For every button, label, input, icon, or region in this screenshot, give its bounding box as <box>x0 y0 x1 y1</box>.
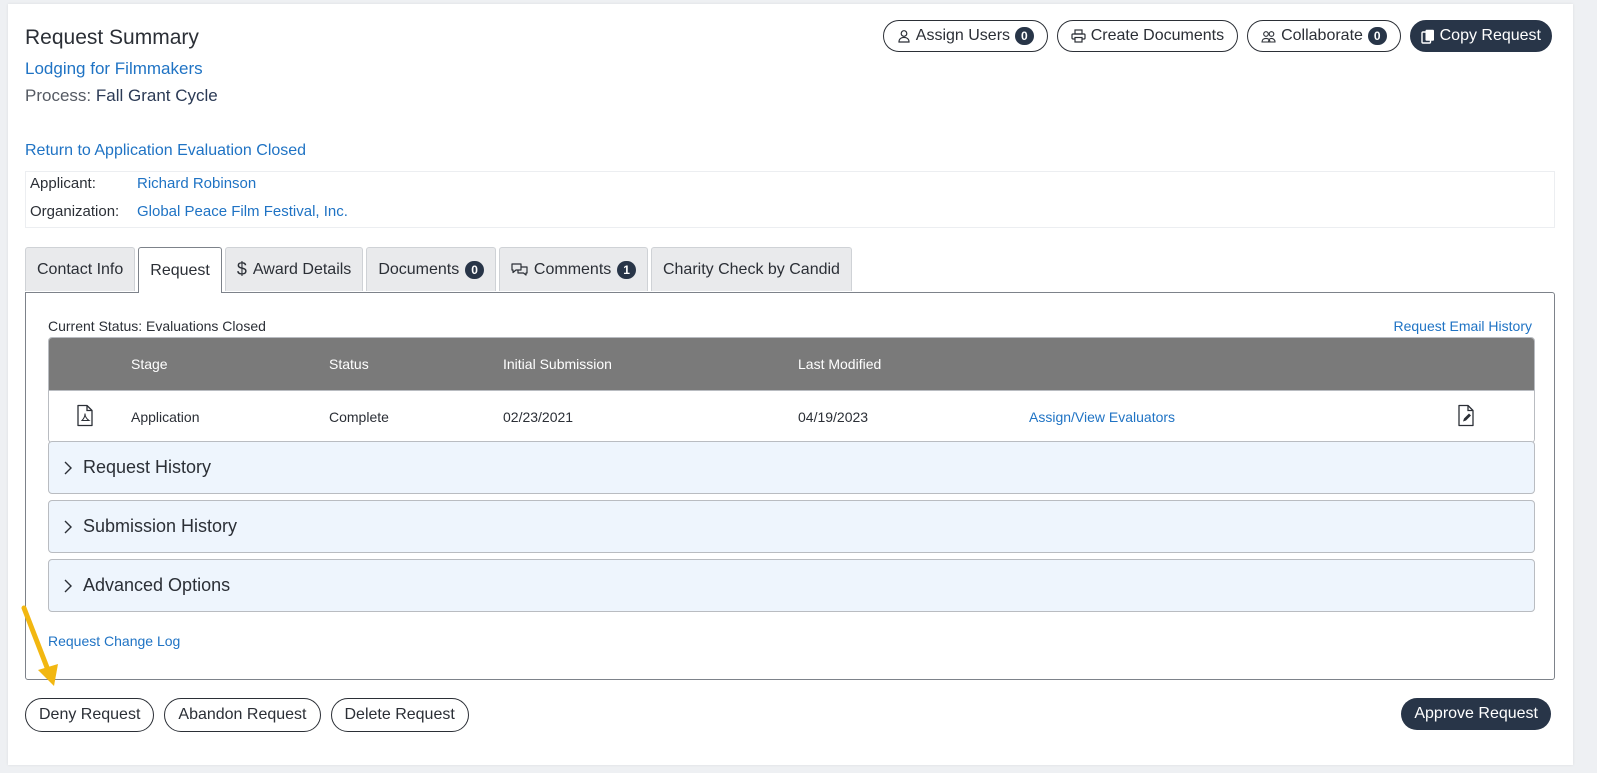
chevron-right-icon <box>63 461 73 475</box>
request-email-history-link[interactable]: Request Email History <box>1394 318 1533 334</box>
process-label: Process: <box>25 86 92 105</box>
column-header-stage: Stage <box>131 356 168 372</box>
tab-comments-label: Comments <box>533 260 612 278</box>
tab-award-details-label: Award Details <box>252 260 352 278</box>
annotation-arrow-icon <box>16 604 66 699</box>
tab-request-label: Request <box>150 261 210 279</box>
applicant-info-box: Applicant: Richard Robinson Organization… <box>25 171 1555 228</box>
delete-request-button[interactable]: Delete Request <box>330 698 469 732</box>
process-line: Process: Fall Grant Cycle <box>25 86 218 106</box>
request-history-label: Request History <box>83 457 212 477</box>
advanced-options-accordion[interactable]: Advanced Options <box>48 559 1535 612</box>
organization-label: Organization: <box>30 203 120 220</box>
bottom-actions: Deny Request Abandon Request Delete Requ… <box>25 698 469 732</box>
return-to-evaluation-link[interactable]: Return to Application Evaluation Closed <box>25 142 306 160</box>
create-documents-label: Create Documents <box>1090 27 1225 44</box>
top-actions: Assign Users 0 Create Documents Collabor… <box>882 20 1552 52</box>
organization-row: Organization: Global Peace Film Festival… <box>30 203 348 220</box>
column-header-status: Status <box>329 356 369 372</box>
assign-view-evaluators-link[interactable]: Assign/View Evaluators <box>1029 409 1175 425</box>
advanced-options-label: Advanced Options <box>83 575 231 595</box>
stage-cell: Application <box>131 408 200 425</box>
tab-award-details[interactable]: $ Award Details <box>224 247 364 291</box>
copy-request-label: Copy Request <box>1439 27 1541 44</box>
user-icon <box>897 29 911 43</box>
request-history-accordion[interactable]: Request History <box>48 441 1535 494</box>
approve-request-button[interactable]: Approve Request <box>1401 698 1551 730</box>
applicant-link[interactable]: Richard Robinson <box>137 175 256 192</box>
tab-documents-label: Documents <box>378 260 460 278</box>
table-row: Application Complete 02/23/2021 04/19/20… <box>49 390 1534 442</box>
request-tabs: Contact Info Request $ Award Details Doc… <box>25 247 852 293</box>
chevron-right-icon <box>63 579 73 593</box>
tab-comments[interactable]: Comments 1 <box>498 247 648 291</box>
request-tab-content: Current Status: Evaluations Closed Reque… <box>25 292 1555 680</box>
tab-charity-check[interactable]: Charity Check by Candid <box>650 247 852 291</box>
stage-table: Stage Status Initial Submission Last Mod… <box>48 337 1535 443</box>
copy-icon <box>1420 29 1435 44</box>
last-modified-cell: 04/19/2023 <box>798 408 869 425</box>
users-icon <box>1261 30 1276 43</box>
process-value: Fall Grant Cycle <box>95 86 218 105</box>
tab-documents[interactable]: Documents 0 <box>366 247 496 291</box>
dollar-icon: $ <box>236 259 247 279</box>
applicant-label: Applicant: <box>30 175 96 192</box>
pdf-icon[interactable] <box>76 404 94 429</box>
collaborate-button[interactable]: Collaborate 0 <box>1247 20 1401 52</box>
assign-users-button[interactable]: Assign Users 0 <box>882 20 1048 52</box>
documents-count-badge: 0 <box>465 260 484 279</box>
tab-charity-check-label: Charity Check by Candid <box>662 260 840 278</box>
submission-history-label: Submission History <box>83 516 238 536</box>
deny-request-button[interactable]: Deny Request <box>25 698 155 732</box>
column-header-initial-submission: Initial Submission <box>503 356 612 372</box>
request-name-link[interactable]: Lodging for Filmmakers <box>25 59 203 79</box>
column-header-last-modified: Last Modified <box>798 356 882 372</box>
collaborate-count-badge: 0 <box>1367 27 1387 45</box>
applicant-row: Applicant: Richard Robinson <box>30 175 256 192</box>
chevron-right-icon <box>63 520 73 534</box>
table-header-row: Stage Status Initial Submission Last Mod… <box>49 338 1534 390</box>
initial-submission-cell: 02/23/2021 <box>503 408 574 425</box>
collaborate-label: Collaborate <box>1281 27 1363 44</box>
assign-users-label: Assign Users <box>915 27 1011 44</box>
organization-link[interactable]: Global Peace Film Festival, Inc. <box>137 203 348 220</box>
abandon-request-button[interactable]: Abandon Request <box>164 698 321 732</box>
request-change-log-link[interactable]: Request Change Log <box>48 633 180 649</box>
tab-request[interactable]: Request <box>138 247 222 293</box>
current-status: Current Status: Evaluations Closed <box>48 318 266 334</box>
page-title: Request Summary <box>25 26 199 49</box>
printer-icon <box>1071 29 1086 43</box>
assign-users-count-badge: 0 <box>1015 27 1034 45</box>
comments-count-badge: 1 <box>617 260 636 279</box>
status-cell: Complete <box>329 408 389 425</box>
create-documents-button[interactable]: Create Documents <box>1056 20 1239 52</box>
tab-contact-info[interactable]: Contact Info <box>25 247 136 291</box>
copy-request-button[interactable]: Copy Request <box>1409 20 1552 52</box>
edit-document-icon[interactable] <box>1457 404 1475 429</box>
submission-history-accordion[interactable]: Submission History <box>48 500 1535 553</box>
chat-bubbles-icon <box>511 262 528 277</box>
tab-contact-info-label: Contact Info <box>37 260 124 278</box>
